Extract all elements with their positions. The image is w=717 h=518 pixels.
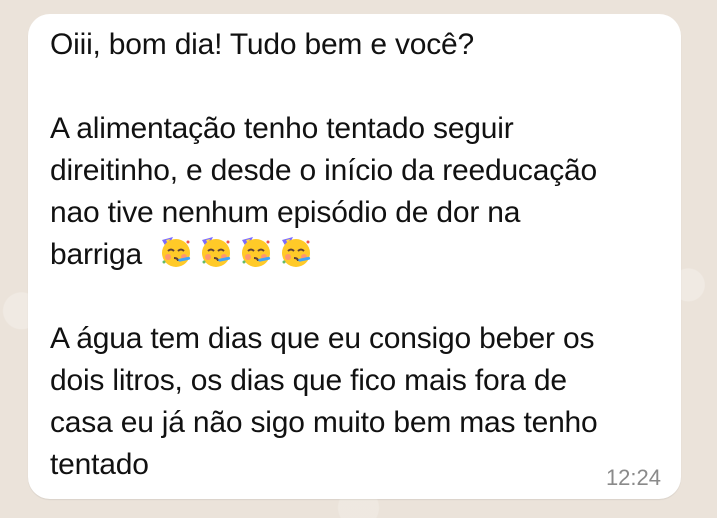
- emoji-row: [158, 234, 314, 270]
- partying-face-icon: [282, 237, 311, 267]
- message-spacer-1: [50, 66, 660, 108]
- partying-face-icon: [162, 237, 191, 267]
- message-line-6: A água tem dias que eu consigo beber os: [50, 322, 595, 355]
- message-line-8: casa eu já não sigo muito bem mas tenho: [50, 406, 598, 439]
- message-line-7: dois litros, os dias que fico mais fora …: [50, 364, 567, 397]
- message-text: Oiii, bom dia! Tudo bem e você? A alimen…: [50, 24, 660, 486]
- message-bubble[interactable]: Oiii, bom dia! Tudo bem e você? A alimen…: [28, 14, 681, 499]
- message-line-5: barriga: [50, 238, 142, 271]
- message-line-5-wrapper: barriga: [50, 234, 660, 276]
- message-line-9: tentado: [50, 448, 149, 481]
- message-line-2: A alimentação tenho tentado seguir: [50, 112, 514, 145]
- message-spacer-2: [50, 276, 660, 318]
- message-line-3: direitinho, e desde o início da reeducaç…: [50, 154, 597, 187]
- message-line-1: Oiii, bom dia! Tudo bem e você?: [50, 28, 475, 61]
- partying-face-icon: [242, 237, 271, 267]
- message-timestamp: 12:24: [605, 465, 661, 490]
- partying-face-icon: [202, 237, 231, 267]
- message-line-4: nao tive nenhum episódio de dor na: [50, 196, 521, 229]
